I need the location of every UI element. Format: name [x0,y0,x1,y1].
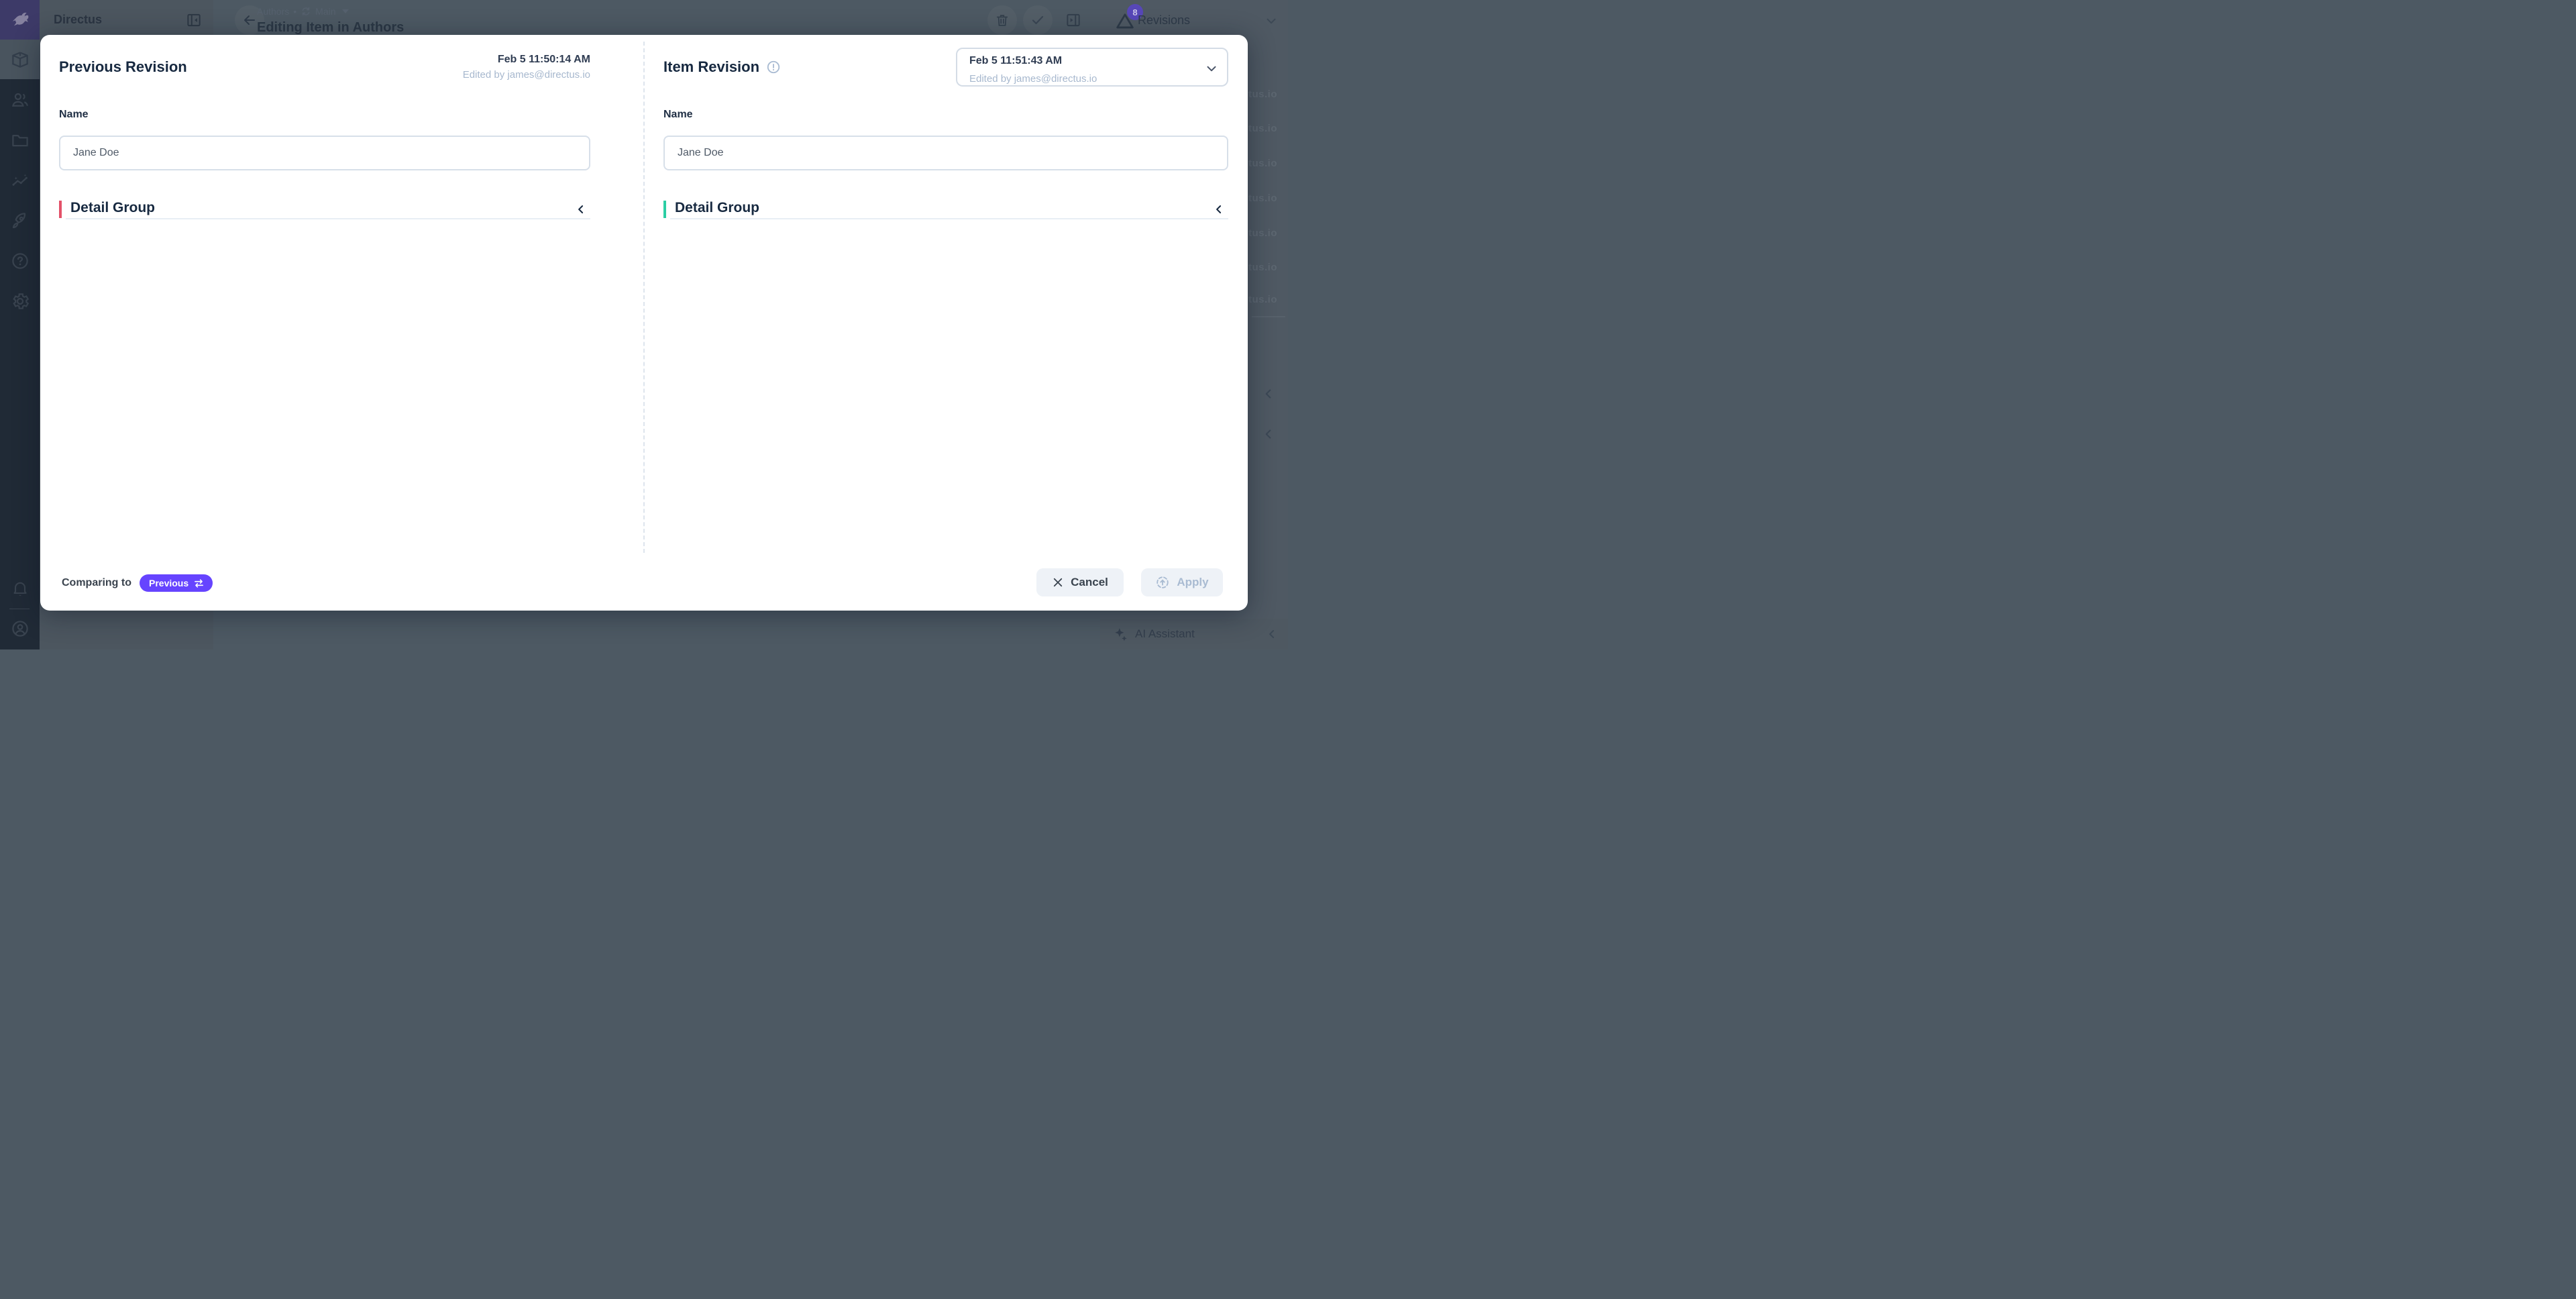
close-icon [1052,576,1064,588]
revision-row-truncated[interactable]: tus.io [1248,294,1289,305]
item-revision-edited-by: Edited by james@directus.io [969,73,1097,85]
group-accent-bar [663,201,666,218]
avatar-icon [10,619,30,639]
apply-label: Apply [1177,576,1208,589]
revision-row-truncated[interactable]: tus.io [1248,123,1289,134]
detail-group-header-current[interactable]: Detail Group [663,201,1228,218]
users-icon [10,90,30,110]
detail-group-label: Detail Group [675,200,759,216]
revision-row-truncated[interactable]: tus.io [1248,193,1289,204]
version-icon [301,6,311,17]
revision-select-dropdown[interactable]: Feb 5 11:51:43 AM Edited by james@direct… [956,48,1228,87]
chevron-left-icon[interactable] [1261,427,1276,441]
module-content[interactable] [0,40,40,79]
pane-divider [643,42,645,553]
sparkles-icon [1112,626,1130,643]
module-files[interactable] [0,120,40,160]
rabbit-icon [9,9,32,32]
name-input-current[interactable] [663,136,1228,170]
breadcrumb-version[interactable]: Main [315,6,335,17]
arrow-left-icon [241,12,258,28]
bell-icon [11,579,30,598]
group-accent-bar [59,201,62,218]
app-window: Directus Authors • [0,0,1288,650]
group-border [670,218,1228,219]
module-insights[interactable] [0,160,40,200]
help-icon [10,251,30,271]
chevron-left-icon[interactable] [1261,386,1276,401]
ai-assistant-label: AI Assistant [1135,627,1195,641]
folder-icon [10,130,30,150]
previous-revision-timestamp: Feb 5 11:50:14 AM [463,54,590,66]
revision-row-truncated[interactable]: tus.io [1248,262,1289,273]
compare-target-button[interactable]: Previous [140,574,213,592]
detail-group-label: Detail Group [70,200,155,216]
revisions-delta-icon: 8 [1114,9,1138,34]
group-border [66,218,590,219]
module-user-directory[interactable] [0,80,40,119]
swap-arrows-icon [193,578,205,589]
trash-icon [995,13,1010,28]
delete-item-button[interactable] [987,5,1017,35]
sidebar-right-icon [1065,11,1082,29]
comparing-to-label: Comparing to [62,577,131,589]
item-revision-title: Item Revision [663,58,759,76]
revisions-title: Revisions [1138,13,1190,28]
insights-icon [10,170,30,191]
revision-row-truncated[interactable]: tus.io [1248,158,1289,169]
gear-icon [10,291,30,311]
collapse-nav-button[interactable] [185,11,203,29]
breadcrumb[interactable]: Authors • Main [257,5,404,17]
apply-button[interactable]: Apply [1141,568,1223,596]
previous-revision-edited-by: Edited by james@directus.io [463,69,590,81]
toggle-sidebar-button[interactable] [1059,5,1088,35]
breadcrumb-separator: • [293,6,297,17]
modal-footer: Comparing to Previous Cancel [40,564,1248,611]
revision-row-truncated[interactable]: tus.io [1248,89,1289,100]
rocket-icon [10,211,30,231]
chevron-left-icon[interactable] [1265,627,1279,641]
chevron-down-icon[interactable] [1264,13,1279,28]
check-icon [1030,12,1046,28]
name-input-previous[interactable] [59,136,590,170]
revision-compare-modal: Previous Revision Feb 5 11:50:14 AM Edit… [40,35,1248,611]
previous-revision-pane: Previous Revision Feb 5 11:50:14 AM Edit… [59,35,590,102]
drawer-divider [1252,316,1285,317]
apply-commit-icon [1155,575,1170,590]
chevron-down-icon [1204,61,1219,76]
user-menu-button[interactable] [0,609,40,648]
module-bar [0,0,40,650]
chevron-left-icon[interactable] [574,203,588,216]
module-settings[interactable] [0,281,40,321]
breadcrumb-collection[interactable]: Authors [257,6,289,17]
directus-logo[interactable] [0,0,40,40]
module-cloud[interactable] [0,201,40,240]
chevron-left-icon[interactable] [1212,203,1226,216]
detail-group-header-previous[interactable]: Detail Group [59,201,590,218]
previous-revision-title: Previous Revision [59,58,187,76]
item-revision-pane: Item Revision Feb 5 11:51:43 AM Edited b… [663,35,1228,102]
ai-assistant-bar[interactable]: AI Assistant [1100,619,1288,650]
revisions-header[interactable]: 8 Revisions [1100,0,1288,40]
revision-row-truncated[interactable]: tus.io [1248,227,1289,239]
module-docs[interactable] [0,241,40,280]
caret-down-icon [342,9,349,13]
name-field-label: Name [59,109,89,121]
info-icon [766,60,781,74]
page-title: Editing Item in Authors [257,20,404,36]
name-field-label: Name [663,109,693,121]
item-revision-timestamp: Feb 5 11:51:43 AM [969,55,1062,67]
box-icon [10,50,30,70]
save-item-button[interactable] [1023,5,1053,35]
notifications-button[interactable] [0,568,40,608]
compare-target-label: Previous [149,578,189,588]
project-name: Directus [54,13,102,27]
cancel-button[interactable]: Cancel [1036,568,1124,596]
cancel-label: Cancel [1071,576,1108,589]
